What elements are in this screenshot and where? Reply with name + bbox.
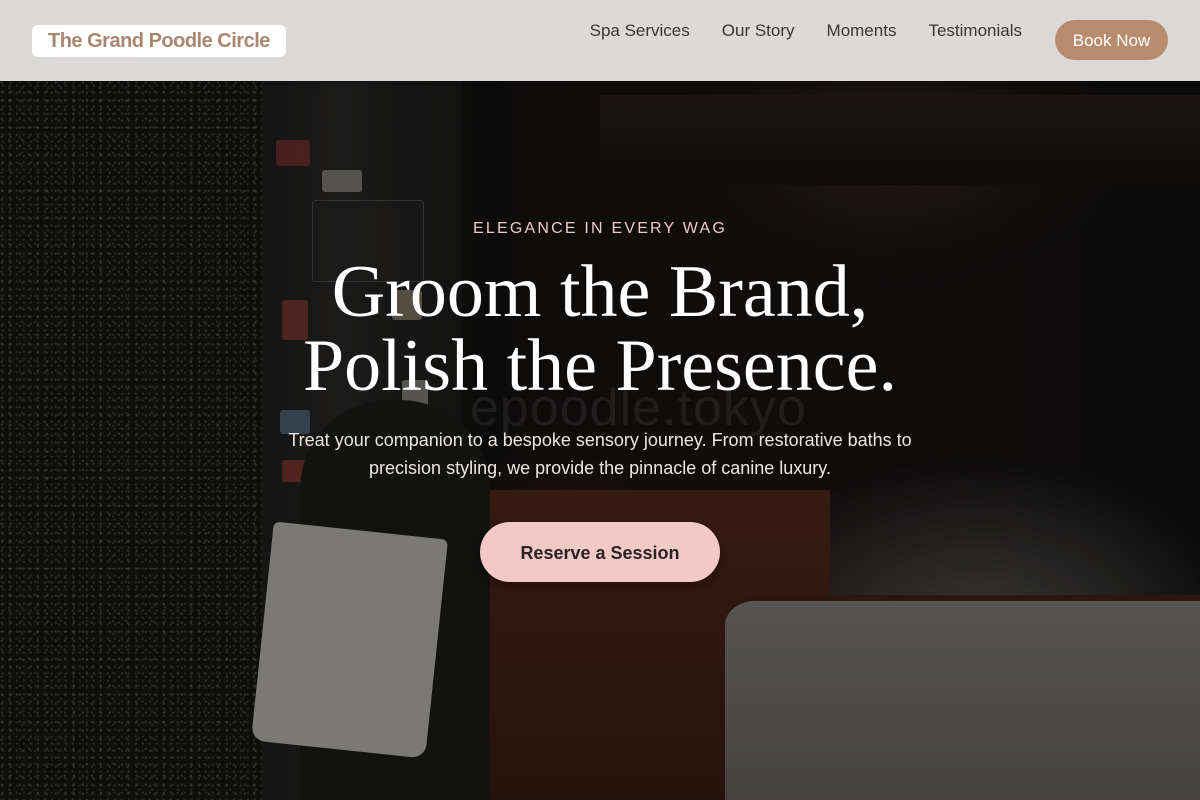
nav-moments[interactable]: Moments — [827, 21, 897, 41]
hero-subtext: Treat your companion to a bespoke sensor… — [288, 430, 912, 478]
hero-headline-line1: Groom the Brand, — [331, 251, 869, 333]
landing-page: epoodle.tokyo The Grand Poodle Circle Sp… — [0, 0, 1200, 800]
reserve-session-button[interactable]: Reserve a Session — [480, 522, 720, 582]
brand-logo[interactable]: The Grand Poodle Circle — [32, 25, 286, 57]
main-nav: Spa Services Our Story Moments Testimoni… — [590, 21, 1022, 41]
site-header: The Grand Poodle Circle Spa Services Our… — [0, 0, 1200, 81]
hero-eyebrow: ELEGANCE IN EVERY WAG — [473, 220, 727, 237]
nav-spa-services[interactable]: Spa Services — [590, 21, 690, 41]
book-now-button[interactable]: Book Now — [1055, 20, 1168, 60]
nav-testimonials[interactable]: Testimonials — [928, 21, 1022, 41]
hero-headline: Groom the Brand, Polish the Presence. — [0, 255, 1200, 403]
hero-headline-line2: Polish the Presence. — [303, 325, 897, 407]
nav-our-story[interactable]: Our Story — [722, 21, 795, 41]
